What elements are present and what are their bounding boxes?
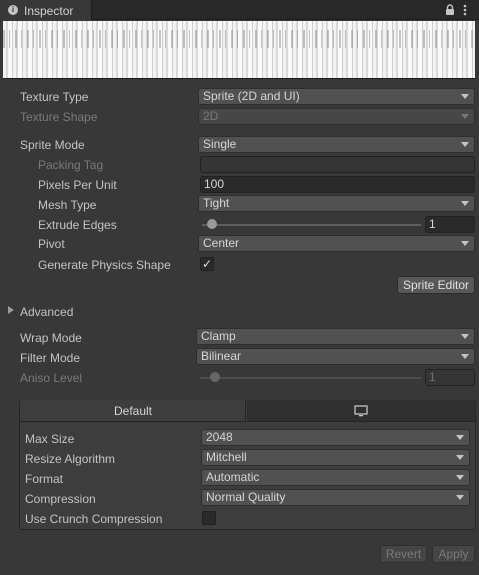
- mesh-type-label: Mesh Type: [38, 198, 97, 212]
- tab-standalone-platform[interactable]: [247, 400, 475, 422]
- pixels-per-unit-field[interactable]: 100: [200, 176, 475, 193]
- chevron-down-icon: [461, 114, 469, 119]
- texture-type-value: Sprite (2D and UI): [203, 89, 300, 103]
- chevron-down-icon: [461, 142, 469, 147]
- resize-algorithm-label: Resize Algorithm: [25, 452, 116, 466]
- texture-header-noise: [3, 30, 475, 48]
- pixels-per-unit-label: Pixels Per Unit: [38, 178, 117, 192]
- sprite-mode-label: Sprite Mode: [20, 138, 85, 152]
- lock-icon[interactable]: [445, 4, 455, 16]
- generate-physics-checkbox[interactable]: ✓: [200, 257, 214, 271]
- packing-tag-field: [200, 156, 475, 173]
- sprite-editor-button[interactable]: Sprite Editor: [397, 276, 475, 294]
- max-size-label: Max Size: [25, 432, 75, 446]
- tab-default-label: Default: [113, 404, 153, 418]
- compression-dropdown[interactable]: Normal Quality: [201, 489, 470, 506]
- extrude-edges-slider-handle[interactable]: [207, 219, 217, 229]
- tab-default-platform[interactable]: Default: [20, 400, 246, 422]
- monitor-icon: [353, 405, 369, 417]
- aniso-level-field: 1: [425, 369, 475, 386]
- texture-shape-dropdown: 2D: [198, 108, 475, 125]
- extrude-edges-slider-track[interactable]: [202, 224, 421, 226]
- texture-shape-label: Texture Shape: [20, 110, 98, 124]
- wrap-mode-label: Wrap Mode: [20, 331, 82, 345]
- extrude-edges-label: Extrude Edges: [38, 218, 117, 232]
- chevron-down-icon: [461, 334, 469, 339]
- sprite-mode-value: Single: [203, 137, 237, 151]
- aniso-level-label: Aniso Level: [20, 371, 83, 385]
- generate-physics-label: Generate Physics Shape: [38, 258, 171, 272]
- extrude-edges-field[interactable]: 1: [425, 216, 475, 233]
- chevron-down-icon: [461, 241, 469, 246]
- max-size-dropdown[interactable]: 2048: [201, 429, 470, 446]
- format-value: Automatic: [206, 470, 260, 484]
- advanced-foldout-label[interactable]: Advanced: [20, 305, 73, 319]
- crunch-compression-checkbox[interactable]: [202, 511, 216, 525]
- filter-mode-label: Filter Mode: [20, 351, 81, 365]
- aniso-level-slider-track: [200, 377, 421, 379]
- filter-mode-dropdown[interactable]: Bilinear: [196, 348, 475, 365]
- mesh-type-dropdown[interactable]: Tight: [198, 195, 475, 212]
- kebab-menu-icon[interactable]: [462, 4, 468, 16]
- pivot-label: Pivot: [38, 237, 65, 251]
- pivot-value: Center: [203, 236, 240, 250]
- inspector-tab[interactable]: i Inspector: [0, 0, 92, 20]
- chevron-down-icon: [461, 354, 469, 359]
- crunch-compression-label: Use Crunch Compression: [25, 512, 163, 526]
- foldout-arrow-icon[interactable]: [8, 306, 14, 314]
- compression-label: Compression: [25, 492, 96, 506]
- tab-title: Inspector: [24, 4, 74, 18]
- texture-type-dropdown[interactable]: Sprite (2D and UI): [198, 88, 475, 105]
- chevron-down-icon: [456, 475, 464, 480]
- filter-mode-value: Bilinear: [201, 349, 242, 363]
- chevron-down-icon: [456, 495, 464, 500]
- wrap-mode-dropdown[interactable]: Clamp: [196, 328, 475, 345]
- format-dropdown[interactable]: Automatic: [201, 469, 470, 486]
- info-icon: i: [8, 5, 18, 15]
- compression-value: Normal Quality: [206, 490, 286, 504]
- resize-algorithm-dropdown[interactable]: Mitchell: [201, 449, 470, 466]
- texture-type-label: Texture Type: [20, 90, 89, 104]
- max-size-value: 2048: [206, 430, 233, 444]
- aniso-level-slider-handle: [210, 372, 220, 382]
- format-label: Format: [25, 472, 64, 486]
- wrap-mode-value: Clamp: [201, 329, 236, 343]
- chevron-down-icon: [456, 435, 464, 440]
- pivot-dropdown[interactable]: Center: [198, 235, 475, 252]
- chevron-down-icon: [456, 455, 464, 460]
- revert-button[interactable]: Revert: [380, 545, 427, 563]
- packing-tag-label: Packing Tag: [38, 158, 104, 172]
- chevron-down-icon: [461, 201, 469, 206]
- sprite-mode-dropdown[interactable]: Single: [198, 136, 475, 153]
- mesh-type-value: Tight: [203, 196, 230, 210]
- resize-algorithm-value: Mitchell: [206, 450, 247, 464]
- texture-shape-value: 2D: [203, 109, 219, 123]
- chevron-down-icon: [461, 94, 469, 99]
- apply-button[interactable]: Apply: [432, 545, 475, 563]
